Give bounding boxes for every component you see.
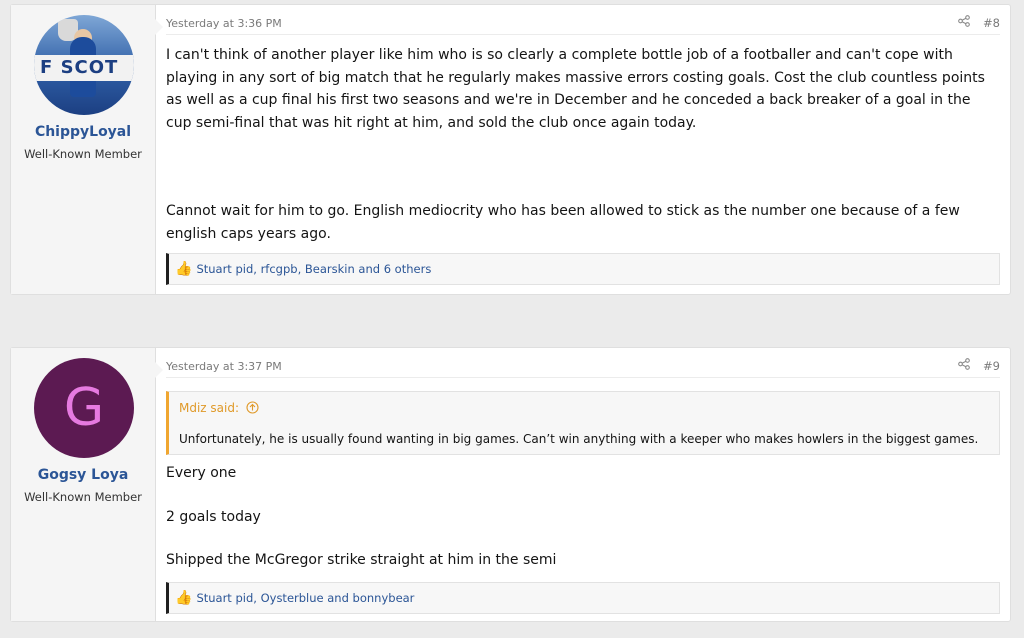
avatar[interactable]: F SCOT [34,15,134,115]
thumbs-up-icon: 👍 [175,590,193,606]
user-cell: F SCOT ChippyLoyal Well-Known Member [11,5,163,294]
post-body-paragraph: 2 goals today [166,509,261,525]
username[interactable]: Gogsy Loya [11,467,155,483]
post-9: G Gogsy Loya Well-Known Member Yesterday… [10,347,1011,622]
message-cell: Yesterday at 3:36 PM #8 I can't think of… [156,5,1010,294]
share-icon[interactable] [958,358,970,373]
quote-block: Mdiz said: Unfortunately, he is usually … [166,391,1000,455]
avatar[interactable]: G [34,358,134,458]
post-meta: Yesterday at 3:36 PM #8 [166,5,1000,35]
avatar-banner-text: F SCOT [40,57,119,78]
quote-header[interactable]: Mdiz said: [179,401,259,415]
arrow-up-circle-icon[interactable] [243,401,259,415]
user-cell: G Gogsy Loya Well-Known Member [11,348,163,621]
avatar-banner: F SCOT [34,55,134,81]
post-8: F SCOT ChippyLoyal Well-Known Member Yes… [10,4,1011,295]
post-meta: Yesterday at 3:37 PM #9 [166,348,1000,378]
post-date[interactable]: Yesterday at 3:37 PM [166,360,282,373]
post-body-paragraph: Shipped the McGregor strike straight at … [166,552,557,568]
post-number[interactable]: #8 [983,16,1000,30]
post-body-paragraph: Every one [166,465,237,481]
username[interactable]: ChippyLoyal [11,124,155,140]
message-cell: Yesterday at 3:37 PM #9 Mdiz said: Unfor… [156,348,1010,621]
post-body-paragraph: Cannot wait for him to go. English medio… [166,203,960,242]
avatar-letter: G [63,378,105,438]
reactions-list[interactable]: Stuart pid, Oysterblue and bonnybear [196,591,414,605]
reactions-bar[interactable]: 👍 Stuart pid, Oysterblue and bonnybear [166,582,1000,614]
post-body-paragraph: I can't think of another player like him… [166,47,985,131]
post-date[interactable]: Yesterday at 3:36 PM [166,17,282,30]
post-number[interactable]: #9 [983,359,1000,373]
reactions-bar[interactable]: 👍 Stuart pid, rfcgpb, Bearskin and 6 oth… [166,253,1000,285]
user-title: Well-Known Member [24,490,142,504]
thumbs-up-icon: 👍 [175,261,193,277]
user-title: Well-Known Member [24,147,142,161]
share-icon[interactable] [958,15,970,30]
reactions-list[interactable]: Stuart pid, rfcgpb, Bearskin and 6 other… [196,262,431,276]
quote-author[interactable]: Mdiz said: [179,401,239,415]
quote-text: Unfortunately, he is usually found wanti… [179,432,979,446]
